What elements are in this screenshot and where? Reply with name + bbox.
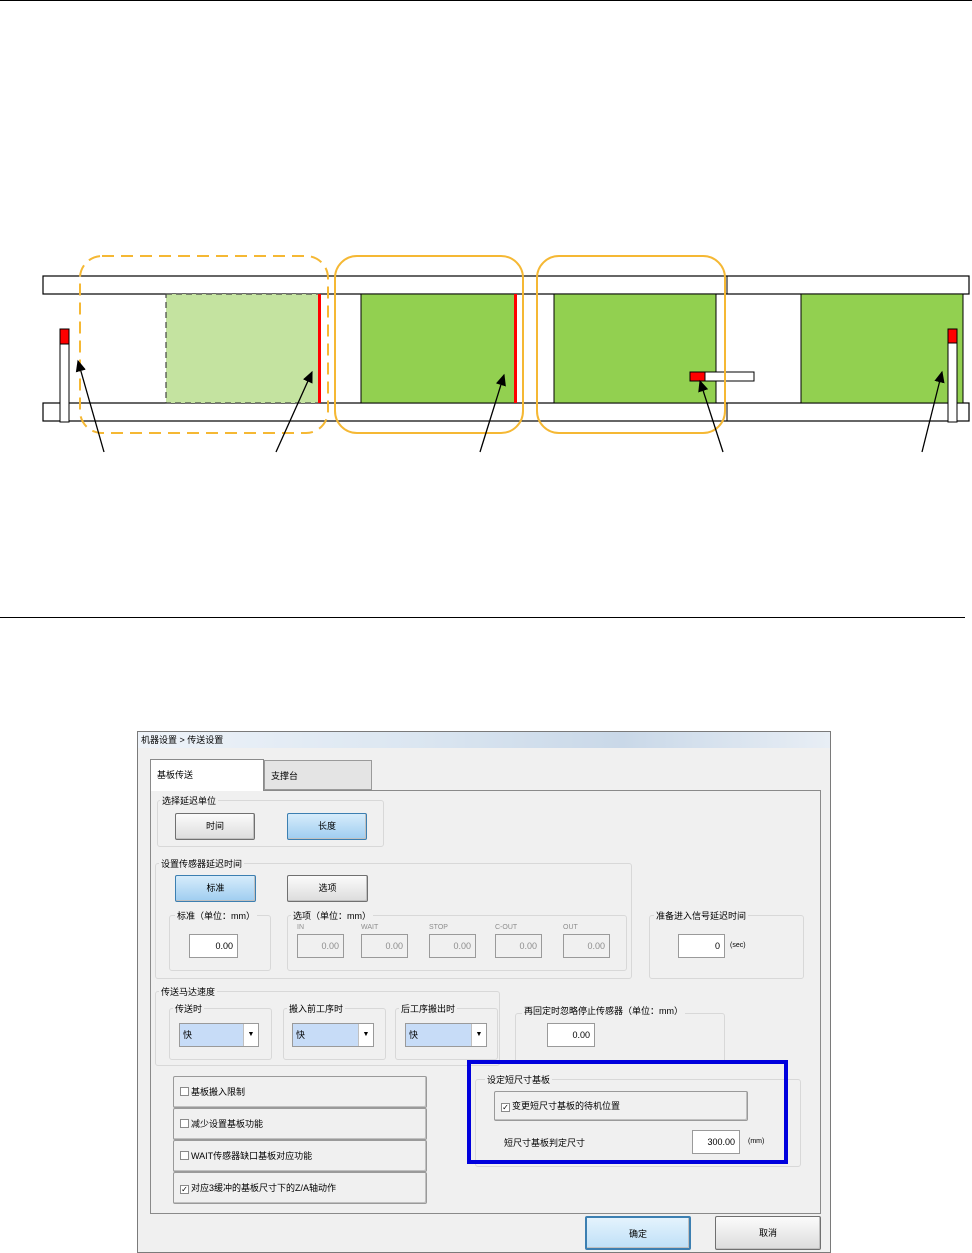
- sensor-mid-head: [689, 371, 706, 382]
- upper-rail: [42, 275, 970, 295]
- chevron-down-icon[interactable]: ▼: [471, 1024, 486, 1046]
- checkbox-icon[interactable]: ✓: [180, 1185, 189, 1194]
- option-subgroup-label: 选项（单位：mm）: [291, 909, 373, 922]
- option-in-label: IN: [297, 924, 304, 931]
- option-c-out-field: 0.00: [495, 934, 542, 958]
- motor-speed-label: 传送马达速度: [159, 985, 218, 998]
- ready-signal-unit: (sec): [730, 942, 746, 949]
- sensor-delay-label: 设置传感器延迟时间: [159, 857, 245, 870]
- checkbox-reduce-setup[interactable]: 减少设置基板功能: [173, 1108, 427, 1140]
- cancel-button[interactable]: 取消: [715, 1216, 821, 1250]
- chevron-down-icon[interactable]: ▼: [358, 1024, 373, 1046]
- dialog-title: 机器设置 > 传送设置: [138, 732, 830, 748]
- sensor-left-head: [59, 328, 70, 345]
- option-out-field: 0.00: [563, 934, 610, 958]
- checkbox-icon[interactable]: [180, 1087, 189, 1096]
- speed-after-label: 后工序搬出时: [399, 1002, 458, 1015]
- standard-value-field[interactable]: 0.00: [189, 934, 238, 958]
- checkbox-3buffer-za[interactable]: ✓ 对应3缓冲的基板尺寸下的Z/A轴动作: [173, 1172, 427, 1204]
- delay-unit-label: 选择延迟单位: [160, 794, 219, 807]
- reconfirm-label: 再回定时忽略停止传感器（单位：mm）: [522, 1004, 685, 1017]
- time-button[interactable]: 时间: [175, 813, 255, 840]
- ready-signal-label: 准备进入信号延迟时间: [654, 909, 749, 922]
- option-c-out-label: C-OUT: [495, 924, 518, 931]
- speed-transfer-label: 传送时: [173, 1002, 205, 1015]
- option-out-label: OUT: [563, 924, 578, 931]
- sensor-right-body: [947, 342, 958, 423]
- standard-subgroup-label: 标准（单位：mm）: [175, 909, 257, 922]
- option-stop-field: 0.00: [429, 934, 476, 958]
- speed-transfer-select[interactable]: 快 ▼: [179, 1023, 259, 1047]
- checkbox-icon[interactable]: [180, 1151, 189, 1160]
- standard-button[interactable]: 标准: [175, 875, 256, 902]
- tab-board-transfer[interactable]: 基板传送: [150, 759, 264, 791]
- speed-before-select[interactable]: 快 ▼: [292, 1023, 374, 1047]
- transfer-settings-dialog: 机器设置 > 传送设置 基板传送 支撑台 选择延迟单位 时间 长度 设置传感器延…: [137, 731, 831, 1253]
- speed-after-select[interactable]: 快 ▼: [405, 1023, 487, 1047]
- speed-before-label: 搬入前工序时: [287, 1002, 346, 1015]
- stop-line-1: [318, 294, 321, 403]
- option-wait-label: WAIT: [361, 924, 379, 931]
- length-button[interactable]: 长度: [287, 813, 367, 840]
- board-3: [553, 293, 717, 404]
- sensor-left-body: [59, 343, 70, 423]
- section-rule: [0, 617, 965, 618]
- tab-support-table[interactable]: 支撑台: [264, 760, 372, 790]
- conveyor-diagram: [42, 255, 970, 453]
- speed-after-value: 快: [409, 1030, 419, 1040]
- board-ghost: [165, 293, 320, 404]
- board-2: [360, 293, 517, 404]
- ok-button[interactable]: 确定: [585, 1216, 691, 1250]
- checkbox-board-entry-limit[interactable]: 基板搬入限制: [173, 1076, 427, 1108]
- option-stop-label: STOP: [429, 924, 448, 931]
- ready-signal-group: [649, 915, 804, 979]
- speed-before-value: 快: [296, 1030, 306, 1040]
- speed-transfer-value: 快: [183, 1030, 193, 1040]
- option-button[interactable]: 选项: [287, 875, 368, 902]
- reconfirm-field[interactable]: 0.00: [547, 1023, 595, 1047]
- option-in-field: 0.00: [297, 934, 344, 958]
- chevron-down-icon[interactable]: ▼: [243, 1024, 258, 1046]
- option-wait-field: 0.00: [361, 934, 408, 958]
- short-board-highlight-box: [467, 1060, 788, 1164]
- sensor-mid-body: [704, 371, 755, 382]
- lower-rail: [42, 402, 970, 422]
- ready-signal-field[interactable]: 0: [678, 934, 725, 958]
- stop-line-2: [514, 294, 517, 403]
- sensor-right-head: [947, 328, 958, 344]
- checkbox-wait-sensor-notch[interactable]: WAIT传感器缺口基板对应功能: [173, 1140, 427, 1172]
- checkbox-icon[interactable]: [180, 1119, 189, 1128]
